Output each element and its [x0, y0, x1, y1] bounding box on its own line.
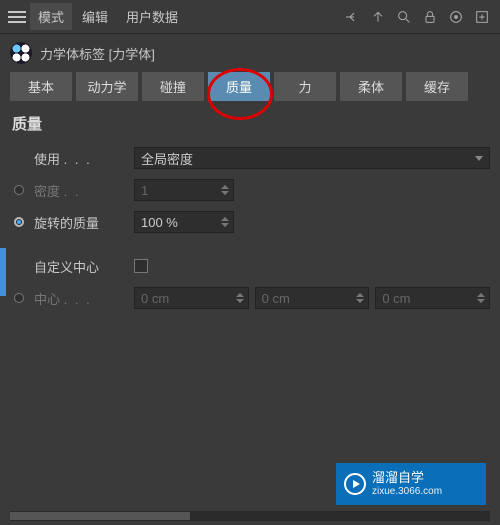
mass-form: 使用 . . . 全局密度 密度 . . 1 旋转的质量 100 % 自定义中心… — [0, 144, 500, 312]
label-customcenter: 自定义中心 — [32, 257, 130, 276]
select-use[interactable]: 全局密度 — [134, 147, 490, 169]
checkbox-customcenter[interactable] — [134, 259, 148, 273]
tab-dynamics[interactable]: 动力学 — [76, 72, 138, 101]
row-center: 中心 . . . 0 cm 0 cm 0 cm — [10, 284, 490, 312]
section-title-mass: 质量 — [0, 101, 500, 144]
add-icon[interactable] — [470, 5, 494, 29]
tab-collision[interactable]: 碰撞 — [142, 72, 204, 101]
play-icon — [344, 473, 366, 495]
row-use: 使用 . . . 全局密度 — [10, 144, 490, 172]
input-rotmass[interactable]: 100 % — [134, 211, 234, 233]
selection-strip — [0, 248, 6, 296]
tab-mass[interactable]: 质量 — [208, 72, 270, 101]
spinner-icon[interactable] — [219, 213, 231, 231]
tab-softbody[interactable]: 柔体 — [340, 72, 402, 101]
tab-bar: 基本 动力学 碰撞 质量 力 柔体 缓存 — [0, 72, 500, 101]
tab-force[interactable]: 力 — [274, 72, 336, 101]
label-use: 使用 . . . — [32, 149, 130, 168]
dynamics-tag-icon — [10, 42, 32, 64]
row-customcenter: 自定义中心 — [10, 252, 490, 280]
input-center-z[interactable]: 0 cm — [375, 287, 490, 309]
watermark-brand: 溜溜自学 — [372, 471, 442, 485]
menu-mode[interactable]: 模式 — [30, 3, 72, 30]
tab-basic[interactable]: 基本 — [10, 72, 72, 101]
label-rotmass: 旋转的质量 — [32, 213, 130, 232]
input-center-x[interactable]: 0 cm — [134, 287, 249, 309]
back-icon[interactable] — [340, 5, 364, 29]
radio-density[interactable] — [14, 185, 24, 195]
hamburger-icon[interactable] — [6, 6, 28, 28]
watermark-url: zixue.3066.com — [372, 486, 442, 497]
input-center-y[interactable]: 0 cm — [255, 287, 370, 309]
label-density: 密度 . . — [32, 181, 130, 200]
watermark-badge: 溜溜自学 zixue.3066.com — [336, 463, 486, 505]
spinner-icon[interactable] — [234, 289, 246, 307]
top-menu-bar: 模式 编辑 用户数据 — [0, 0, 500, 34]
tag-title: 力学体标签 [力学体] — [40, 44, 155, 63]
radio-rotmass[interactable] — [14, 217, 24, 227]
spinner-icon[interactable] — [475, 289, 487, 307]
horizontal-scrollbar[interactable] — [10, 511, 490, 521]
spinner-icon[interactable] — [219, 181, 231, 199]
radio-center[interactable] — [14, 293, 24, 303]
search-icon[interactable] — [392, 5, 416, 29]
spinner-icon[interactable] — [354, 289, 366, 307]
scrollbar-thumb[interactable] — [10, 512, 190, 520]
menu-edit[interactable]: 编辑 — [74, 3, 116, 30]
tab-cache[interactable]: 缓存 — [406, 72, 468, 101]
up-icon[interactable] — [366, 5, 390, 29]
label-center: 中心 . . . — [32, 289, 130, 308]
row-density: 密度 . . 1 — [10, 176, 490, 204]
target-icon[interactable] — [444, 5, 468, 29]
row-rotmass: 旋转的质量 100 % — [10, 208, 490, 236]
tag-title-row: 力学体标签 [力学体] — [0, 34, 500, 72]
input-density[interactable]: 1 — [134, 179, 234, 201]
lock-icon[interactable] — [418, 5, 442, 29]
menu-userdata[interactable]: 用户数据 — [118, 3, 186, 30]
